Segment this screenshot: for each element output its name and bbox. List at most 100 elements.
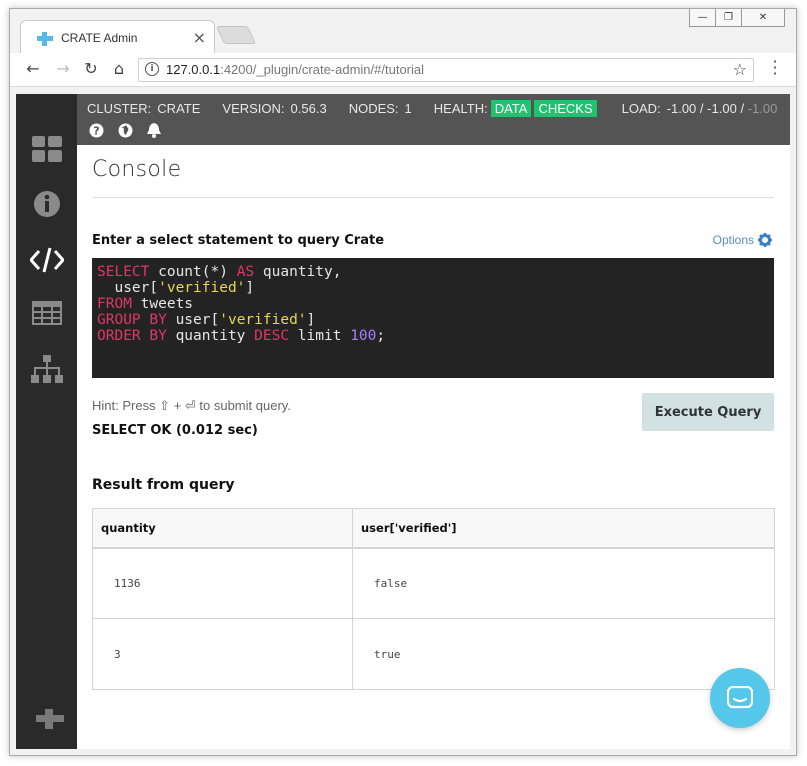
url-text: 127.0.0.1:4200/_plugin/crate-admin/#/tut… <box>166 62 424 77</box>
sql-keyword: DESC <box>254 328 290 344</box>
crate-favicon-icon <box>37 32 53 46</box>
options-link[interactable]: Options <box>713 233 772 247</box>
load-separator: / <box>740 101 745 116</box>
query-line: FROM tweets <box>97 296 769 312</box>
info-icon <box>34 191 60 217</box>
close-window-button[interactable]: ✕ <box>741 9 785 27</box>
help-icon[interactable]: ? <box>87 121 105 139</box>
execute-query-button[interactable]: Execute Query <box>642 393 774 431</box>
sidebar-item-overview[interactable] <box>30 132 64 166</box>
cluster-value: CRATE <box>157 101 201 116</box>
health-checks-badge[interactable]: CHECKS <box>534 100 597 117</box>
browser-tab[interactable]: CRATE Admin × <box>20 20 215 54</box>
cluster-status: CLUSTER: CRATE <box>87 100 200 117</box>
reload-icon[interactable]: ↻ <box>80 59 102 78</box>
sitemap-icon <box>31 355 63 383</box>
sql-keyword: GROUP BY <box>97 312 167 328</box>
page-title: Console <box>92 157 182 182</box>
sql-text: tweets <box>131 296 194 312</box>
chat-launcher-button[interactable] <box>710 668 770 728</box>
table-icon <box>32 301 62 325</box>
version-status: VERSION: 0.56.3 <box>222 100 326 117</box>
submit-hint: Hint: Press ⇧ + ⏎ to submit query. <box>92 398 291 413</box>
query-line: SELECT count(*) AS quantity, <box>97 264 769 280</box>
url-path: :4200/_plugin/crate-admin/#/tutorial <box>220 62 425 77</box>
result-table: quantity user['verified'] 1136 false 3 t… <box>92 508 775 690</box>
load-status: LOAD: -1.00 / -1.00 / -1.00 <box>622 100 778 117</box>
chat-icon <box>727 686 753 709</box>
code-icon <box>30 247 64 273</box>
sidebar-item-nodes[interactable] <box>30 352 64 386</box>
sidebar-item-console[interactable] <box>30 243 64 277</box>
bookmark-star-icon[interactable]: ☆ <box>733 60 747 79</box>
table-header-row: quantity user['verified'] <box>92 508 775 549</box>
query-line: GROUP BY user['verified'] <box>97 312 769 328</box>
query-status: SELECT OK (0.012 sec) <box>92 423 258 438</box>
sql-keyword: SELECT <box>97 264 150 280</box>
tab-close-icon[interactable]: × <box>193 28 206 47</box>
health-label: HEALTH: <box>433 101 488 116</box>
tab-title: CRATE Admin <box>61 31 138 45</box>
globe-icon[interactable] <box>116 121 134 139</box>
minimize-button[interactable]: — <box>689 9 716 27</box>
query-label: Enter a select statement to query Crate <box>92 233 385 248</box>
sql-string: 'verified' <box>158 280 246 296</box>
gear-icon <box>758 233 772 247</box>
table-cell: 1136 <box>92 547 353 619</box>
url-host: 127.0.0.1 <box>166 62 221 77</box>
sql-keyword: ORDER BY <box>97 328 167 344</box>
notification-bell-icon[interactable] <box>145 121 163 139</box>
window-controls: — ❐ ✕ <box>689 9 787 27</box>
address-bar[interactable]: i 127.0.0.1:4200/_plugin/crate-admin/#/t… <box>138 58 754 82</box>
sql-string: 'verified' <box>219 312 307 328</box>
nodes-label: NODES: <box>348 101 399 116</box>
health-data-badge[interactable]: DATA <box>490 100 532 117</box>
status-bar: CLUSTER: CRATE VERSION: 0.56.3 NODES: 1 … <box>77 94 790 145</box>
query-line: ORDER BY quantity DESC limit 100; <box>97 328 769 344</box>
sql-keyword: AS <box>236 264 255 280</box>
browser-menu-icon[interactable]: · · · <box>772 54 778 82</box>
sql-keyword: FROM <box>97 296 132 312</box>
load-label: LOAD: <box>621 101 661 116</box>
maximize-button[interactable]: ❐ <box>715 9 742 27</box>
sql-text: ; <box>376 328 386 344</box>
table-cell: true <box>352 618 775 690</box>
svg-text:?: ? <box>93 124 99 137</box>
crate-admin-app: CLUSTER: CRATE VERSION: 0.56.3 NODES: 1 … <box>16 94 790 749</box>
browser-toolbar: ← → ↻ ⌂ i 127.0.0.1:4200/_plugin/crate-a… <box>10 53 796 87</box>
query-line: user['verified'] <box>97 280 769 296</box>
nodes-status: NODES: 1 <box>349 100 412 117</box>
home-icon[interactable]: ⌂ <box>108 59 130 78</box>
sql-text: count(*) <box>149 264 237 280</box>
health-status: HEALTH: DATA CHECKS <box>434 100 600 117</box>
sql-text: ] <box>306 312 316 328</box>
sidebar-item-tables[interactable] <box>30 296 64 330</box>
options-label: Options <box>712 233 754 247</box>
sidebar-item-cluster-info[interactable] <box>30 187 64 221</box>
title-divider <box>92 197 774 198</box>
cluster-label: CLUSTER: <box>87 101 152 116</box>
load-separator: / <box>699 101 704 116</box>
sql-text: quantity <box>166 328 255 344</box>
site-info-icon[interactable]: i <box>145 62 159 76</box>
back-icon[interactable]: ← <box>22 59 44 78</box>
table-cell: false <box>352 547 775 619</box>
column-header-user-verified[interactable]: user['verified'] <box>352 508 775 549</box>
load-1: -1.00 <box>666 101 697 116</box>
table-cell: 3 <box>92 618 353 690</box>
sidebar <box>16 94 77 749</box>
version-label: VERSION: <box>222 101 285 116</box>
sql-text: limit <box>289 328 351 344</box>
table-row: 1136 false <box>92 547 775 619</box>
column-header-quantity[interactable]: quantity <box>92 508 353 549</box>
crate-logo-icon <box>36 709 64 729</box>
load-15: -1.00 <box>747 101 778 116</box>
query-editor[interactable]: SELECT count(*) AS quantity, user['verif… <box>92 258 774 378</box>
load-5: -1.00 <box>707 101 737 116</box>
forward-icon[interactable]: → <box>52 59 74 78</box>
sql-text: user[ <box>97 280 159 296</box>
sql-text: user[ <box>166 312 220 328</box>
result-heading: Result from query <box>92 477 235 493</box>
dashboard-icon <box>32 136 62 162</box>
sql-text: quantity, <box>254 264 342 280</box>
